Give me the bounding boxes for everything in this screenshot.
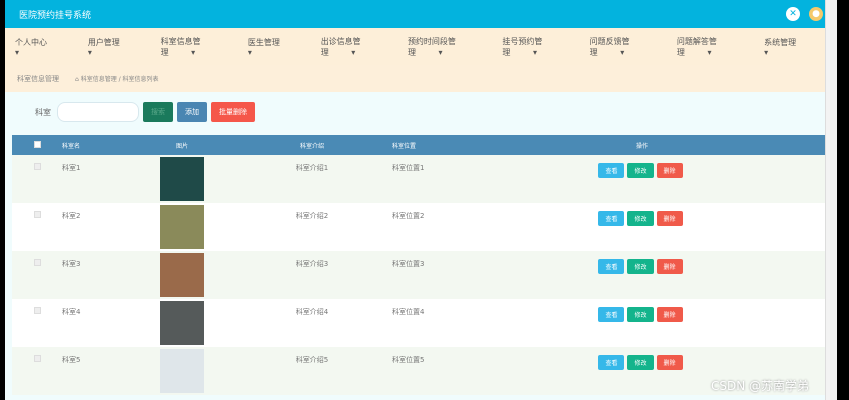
view-button[interactable]: 查看	[598, 163, 625, 178]
cell-name: 科室2	[62, 203, 132, 251]
watermark: CSDN @苏南学弟	[710, 379, 809, 393]
department-image	[160, 157, 204, 201]
top-bar: 医院预约挂号系统 ✕ ●	[5, 0, 837, 28]
department-image	[160, 205, 204, 249]
scrollbar[interactable]	[825, 0, 837, 400]
nav-item[interactable]: 系统管理 ▾	[764, 37, 817, 57]
data-table: 科室名 图片 科室介绍 科室位置 操作 科室1 科室介绍1 科室位置1 查看 修改…	[12, 135, 832, 395]
col-intro: 科室介绍	[232, 135, 392, 155]
batch-delete-button[interactable]: 批量删除	[211, 102, 255, 122]
department-image	[160, 301, 204, 345]
view-button[interactable]: 查看	[598, 355, 625, 370]
cell-intro: 科室介绍4	[232, 299, 392, 347]
search-button[interactable]: 搜索	[143, 102, 173, 122]
cell-intro: 科室介绍5	[232, 347, 392, 395]
nav-item[interactable]: 出诊信息管理 ▾	[321, 36, 388, 58]
cell-name: 科室1	[62, 155, 132, 203]
cell-intro: 科室介绍1	[232, 155, 392, 203]
view-button[interactable]: 查看	[598, 259, 625, 274]
search-input[interactable]	[57, 102, 139, 122]
delete-button[interactable]: 删除	[656, 163, 683, 178]
cell-location: 科室位置2	[392, 203, 452, 251]
select-all-checkbox[interactable]	[33, 140, 41, 148]
edit-button[interactable]: 修改	[627, 211, 654, 226]
col-actions: 操作	[452, 135, 832, 155]
cell-intro: 科室介绍2	[232, 203, 392, 251]
breadcrumb-path[interactable]: ⌂ 科室信息管理 / 科室信息列表	[75, 74, 159, 83]
breadcrumb: 科室信息管理 ⌂ 科室信息管理 / 科室信息列表	[5, 65, 837, 92]
search-bar: 科室 搜索 添加 批量删除	[5, 92, 837, 132]
cell-name: 科室4	[62, 299, 132, 347]
view-button[interactable]: 查看	[598, 211, 625, 226]
cell-location: 科室位置3	[392, 251, 452, 299]
fullscreen-icon[interactable]: ✕	[786, 7, 800, 21]
nav-item[interactable]: 个人中心 ▾	[15, 37, 68, 57]
row-checkbox[interactable]	[33, 355, 41, 362]
cell-intro: 科室介绍3	[232, 251, 392, 299]
department-image	[160, 253, 204, 297]
row-checkbox[interactable]	[33, 307, 41, 314]
nav-item[interactable]: 用户管理 ▾	[88, 37, 141, 57]
row-checkbox[interactable]	[33, 259, 41, 266]
edit-button[interactable]: 修改	[627, 355, 654, 370]
nav-item[interactable]: 预约时间段管理 ▾	[408, 36, 482, 58]
search-label: 科室	[35, 107, 51, 117]
cell-name: 科室3	[62, 251, 132, 299]
table-row: 科室5 科室介绍5 科室位置5 查看 修改 删除	[12, 347, 832, 395]
row-checkbox[interactable]	[33, 211, 41, 218]
cell-location: 科室位置4	[392, 299, 452, 347]
delete-button[interactable]: 删除	[656, 259, 683, 274]
breadcrumb-current: 科室信息管理	[17, 74, 59, 83]
table-row: 科室4 科室介绍4 科室位置4 查看 修改 删除	[12, 299, 832, 347]
cell-location: 科室位置1	[392, 155, 452, 203]
edit-button[interactable]: 修改	[627, 163, 654, 178]
delete-button[interactable]: 删除	[656, 307, 683, 322]
edit-button[interactable]: 修改	[627, 259, 654, 274]
table-row: 科室3 科室介绍3 科室位置3 查看 修改 删除	[12, 251, 832, 299]
department-image	[160, 349, 204, 393]
add-button[interactable]: 添加	[177, 102, 207, 122]
nav-menu: 个人中心 ▾ 用户管理 ▾ 科室信息管理 ▾ 医生管理 ▾ 出诊信息管理 ▾ 预约时间段管…	[5, 28, 837, 65]
table-row: 科室1 科室介绍1 科室位置1 查看 修改 删除	[12, 155, 832, 203]
col-location: 科室位置	[392, 135, 452, 155]
cell-name: 科室5	[62, 347, 132, 395]
table-row: 科室2 科室介绍2 科室位置2 查看 修改 删除	[12, 203, 832, 251]
delete-button[interactable]: 删除	[656, 211, 683, 226]
row-checkbox[interactable]	[33, 163, 41, 170]
edit-button[interactable]: 修改	[627, 307, 654, 322]
nav-item[interactable]: 问题解答管理 ▾	[677, 36, 744, 58]
nav-item[interactable]: 科室信息管理 ▾	[161, 36, 228, 58]
nav-item[interactable]: 挂号预约管理 ▾	[502, 36, 569, 58]
app-title: 医院预约挂号系统	[19, 10, 92, 21]
col-name: 科室名	[62, 135, 132, 155]
view-button[interactable]: 查看	[598, 307, 625, 322]
delete-button[interactable]: 删除	[656, 355, 683, 370]
avatar[interactable]: ●	[809, 7, 823, 21]
cell-location: 科室位置5	[392, 347, 452, 395]
app: 医院预约挂号系统 ✕ ● 个人中心 ▾ 用户管理 ▾ 科室信息管理 ▾ 医生管理 ▾ 出…	[5, 0, 837, 400]
col-image: 图片	[132, 135, 232, 155]
nav-item[interactable]: 问题反馈管理 ▾	[590, 36, 657, 58]
nav-item[interactable]: 医生管理 ▾	[248, 37, 301, 57]
